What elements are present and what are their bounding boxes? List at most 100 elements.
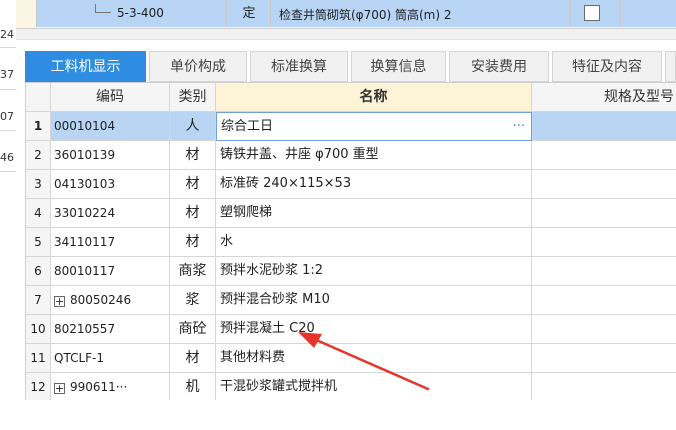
code-text: 80050246 xyxy=(70,293,132,307)
type-cell[interactable]: 材 xyxy=(170,141,216,170)
horizontal-scrollbar[interactable] xyxy=(16,29,676,40)
table-row[interactable]: 11 QTCLF-1 材 其他材料费 xyxy=(26,344,676,373)
expand-icon[interactable]: + xyxy=(54,383,65,394)
name-text: 综合工日 xyxy=(221,119,274,134)
row-number: 6 xyxy=(26,257,51,286)
code-cell[interactable]: 04130103 xyxy=(51,170,170,199)
name-cell[interactable]: 其他材料费 xyxy=(216,344,532,373)
table-row[interactable]: 1 00010104 人 综合工日 ··· xyxy=(26,112,676,141)
row-number: 12 xyxy=(26,373,51,402)
row-number: 3 xyxy=(26,170,51,199)
spec-cell[interactable] xyxy=(532,112,676,141)
row-number: 10 xyxy=(26,315,51,344)
type-cell[interactable]: 材 xyxy=(170,344,216,373)
table-row[interactable]: 10 80210557 商砼 预拌混凝土 C20 xyxy=(26,315,676,344)
row-number: 1 xyxy=(26,112,51,141)
parent-code-cell[interactable]: 5-3-400 xyxy=(36,0,227,27)
row-number: 5 xyxy=(26,228,51,257)
name-cell-editing[interactable]: 综合工日 ··· xyxy=(216,112,532,141)
tab-unit-price[interactable]: 单价构成 xyxy=(149,51,247,82)
type-cell[interactable]: 机 xyxy=(170,373,216,402)
parent-name-cell[interactable]: 检查井筒砌筑(φ700) 筒高(m) 2 xyxy=(270,0,571,27)
code-cell[interactable]: 80210557 xyxy=(51,315,170,344)
gutter-number: 24 xyxy=(0,28,14,41)
spec-cell[interactable] xyxy=(532,199,676,228)
name-cell[interactable]: 预拌混凝土 C20 xyxy=(216,315,532,344)
parent-code: 5-3-400 xyxy=(117,6,164,20)
code-cell[interactable]: 00010104 xyxy=(51,112,170,141)
gutter-divider xyxy=(0,171,16,172)
tab-conversion-info[interactable]: 换算信息 xyxy=(351,51,446,82)
parent-checkbox-cell[interactable] xyxy=(570,0,621,27)
name-cell[interactable]: 干混砂浆罐式搅拌机 xyxy=(216,373,532,402)
more-options-icon[interactable]: ··· xyxy=(513,113,525,140)
type-cell[interactable]: 材 xyxy=(170,170,216,199)
code-cell[interactable]: 36010139 xyxy=(51,141,170,170)
gutter-divider xyxy=(0,89,16,90)
resource-grid: 编码 类别 名称 规格及型号 1 00010104 人 综合工日 ··· 2 3… xyxy=(25,82,676,402)
type-cell[interactable]: 材 xyxy=(170,199,216,228)
spec-cell[interactable] xyxy=(532,141,676,170)
table-row[interactable]: 7 +80050246 浆 预拌混合砂浆 M10 xyxy=(26,286,676,315)
table-row[interactable]: 4 33010224 材 塑钢爬梯 xyxy=(26,199,676,228)
code-cell[interactable]: 33010224 xyxy=(51,199,170,228)
table-row[interactable]: 12 +990611··· 机 干混砂浆罐式搅拌机 xyxy=(26,373,676,402)
name-cell[interactable]: 水 xyxy=(216,228,532,257)
spec-cell[interactable] xyxy=(532,315,676,344)
parent-checkbox[interactable] xyxy=(584,5,600,21)
tab-overflow[interactable] xyxy=(665,51,676,82)
row-number-header xyxy=(26,83,51,112)
code-cell[interactable]: +990611··· xyxy=(51,373,170,402)
gutter-number: 37 xyxy=(0,68,14,81)
type-cell[interactable]: 商砼 xyxy=(170,315,216,344)
name-cell[interactable]: 预拌混合砂浆 M10 xyxy=(216,286,532,315)
table-row[interactable]: 3 04130103 材 标准砖 240×115×53 xyxy=(26,170,676,199)
gutter-number: 07 xyxy=(0,110,14,123)
type-cell[interactable]: 商浆 xyxy=(170,257,216,286)
spec-cell[interactable] xyxy=(532,286,676,315)
type-cell[interactable]: 材 xyxy=(170,228,216,257)
spec-cell[interactable] xyxy=(532,170,676,199)
code-text: 990611··· xyxy=(70,380,128,394)
code-cell[interactable]: 34110117 xyxy=(51,228,170,257)
tab-labor-material-machine[interactable]: 工料机显示 xyxy=(25,51,146,82)
tab-standard-conversion[interactable]: 标准换算 xyxy=(250,51,348,82)
type-cell[interactable]: 浆 xyxy=(170,286,216,315)
name-cell[interactable]: 铸铁井盖、井座 φ700 重型 xyxy=(216,141,532,170)
code-cell[interactable]: QTCLF-1 xyxy=(51,344,170,373)
parent-extra-cell[interactable] xyxy=(620,0,676,27)
spec-cell[interactable] xyxy=(532,344,676,373)
row-number: 11 xyxy=(26,344,51,373)
table-row[interactable]: 2 36010139 材 铸铁井盖、井座 φ700 重型 xyxy=(26,141,676,170)
tab-installation-fee[interactable]: 安装费用 xyxy=(449,51,549,82)
spec-column-header[interactable]: 规格及型号 xyxy=(532,83,676,112)
code-cell[interactable]: 80010117 xyxy=(51,257,170,286)
row-number: 4 xyxy=(26,199,51,228)
spec-cell[interactable] xyxy=(532,257,676,286)
code-column-header[interactable]: 编码 xyxy=(51,83,170,112)
tab-features-content[interactable]: 特征及内容 xyxy=(552,51,662,82)
type-cell[interactable]: 人 xyxy=(170,112,216,141)
grid-empty-area xyxy=(25,400,676,430)
name-cell[interactable]: 塑钢爬梯 xyxy=(216,199,532,228)
tree-connector xyxy=(95,4,96,12)
name-cell[interactable]: 预拌水泥砂浆 1:2 xyxy=(216,257,532,286)
expand-icon[interactable]: + xyxy=(54,296,65,307)
type-column-header[interactable]: 类别 xyxy=(170,83,216,112)
table-row[interactable]: 5 34110117 材 水 xyxy=(26,228,676,257)
left-gutter: 24 37 07 46 xyxy=(0,0,16,430)
detail-tab-bar: 工料机显示 单价构成 标准换算 换算信息 安装费用 特征及内容 xyxy=(25,51,676,82)
name-column-header[interactable]: 名称 xyxy=(216,83,532,112)
gutter-number: 46 xyxy=(0,151,14,164)
spec-cell[interactable] xyxy=(532,373,676,402)
table-row[interactable]: 6 80010117 商浆 预拌水泥砂浆 1:2 xyxy=(26,257,676,286)
tree-connector xyxy=(95,12,111,13)
row-number: 2 xyxy=(26,141,51,170)
parent-quota-row[interactable]: 5-3-400 定 检查井筒砌筑(φ700) 筒高(m) 2 xyxy=(16,0,676,29)
code-cell[interactable]: +80050246 xyxy=(51,286,170,315)
spec-cell[interactable] xyxy=(532,228,676,257)
parent-name: 检查井筒砌筑(φ700) 筒高(m) 2 xyxy=(279,8,452,22)
name-cell[interactable]: 标准砖 240×115×53 xyxy=(216,170,532,199)
parent-type[interactable]: 定 xyxy=(226,0,271,27)
row-number: 7 xyxy=(26,286,51,315)
